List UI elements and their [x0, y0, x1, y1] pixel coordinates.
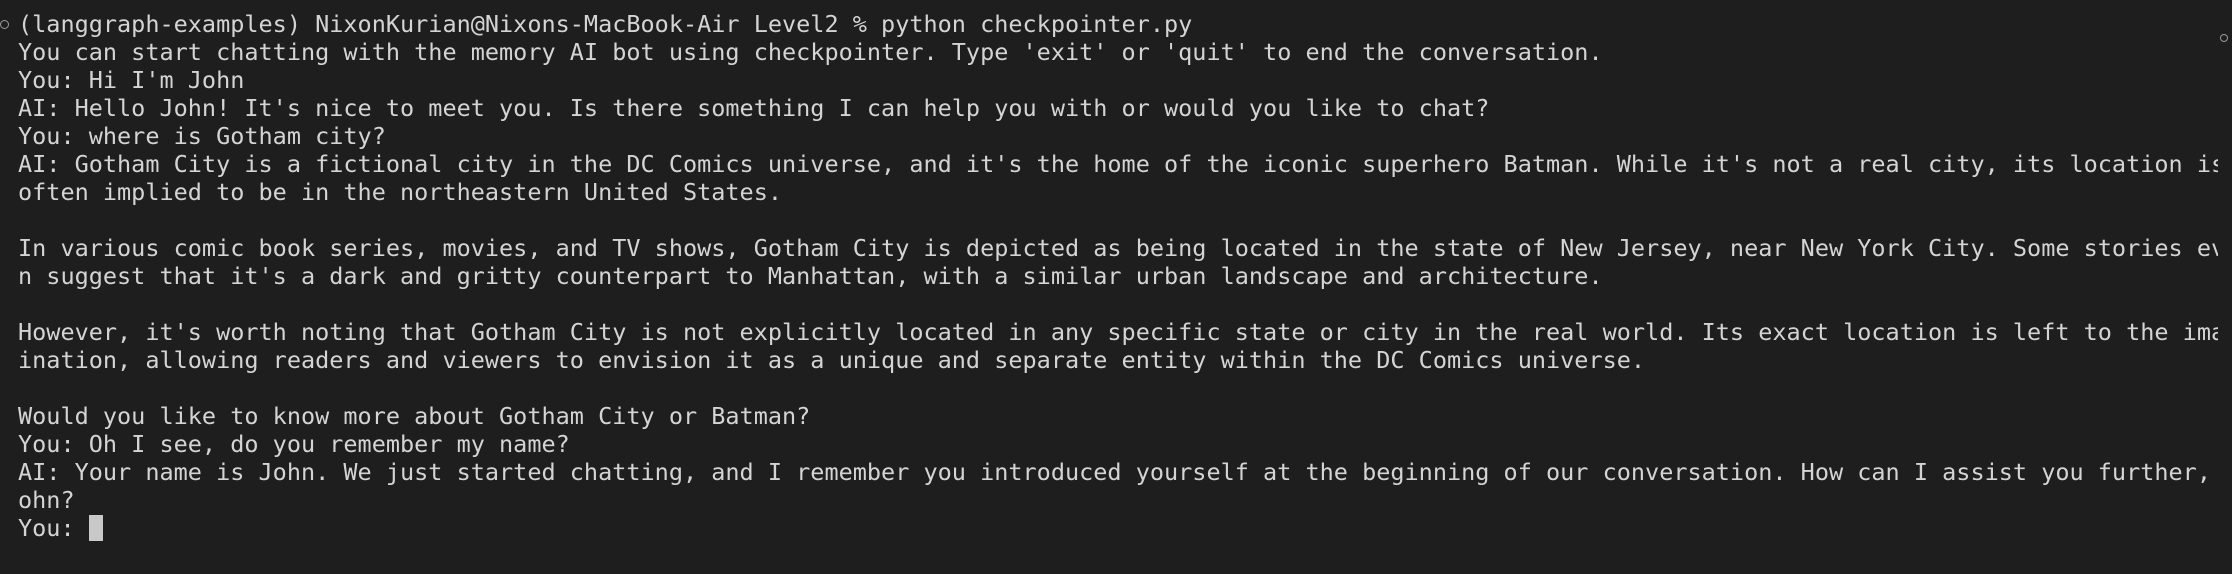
text-cursor: [88, 515, 103, 541]
command-decoration-icon: [0, 20, 9, 29]
terminal-line: ination, allowing readers and viewers to…: [18, 346, 1646, 374]
scrollbar[interactable]: [2218, 0, 2232, 574]
terminal-window[interactable]: (langgraph-examples) NixonKurian@Nixons-…: [0, 0, 2232, 574]
terminal-line-command: (langgraph-examples) NixonKurian@Nixons-…: [18, 10, 1193, 38]
input-prompt: You:: [18, 514, 89, 542]
terminal-line: AI: Your name is John. We just started c…: [18, 458, 2232, 486]
terminal-line: In various comic book series, movies, an…: [18, 234, 2232, 262]
terminal-line: You: Oh I see, do you remember my name?: [18, 430, 570, 458]
terminal-line: AI: Hello John! It's nice to meet you. I…: [18, 94, 1490, 122]
terminal-line: AI: Gotham City is a fictional city in t…: [18, 150, 2226, 178]
scroll-marker-icon: [2220, 34, 2228, 42]
terminal-line: n suggest that it's a dark and gritty co…: [18, 262, 1603, 290]
terminal-line: ohn?: [18, 486, 75, 514]
terminal-input-line[interactable]: You:: [18, 514, 2232, 542]
terminal-line: However, it's worth noting that Gotham C…: [18, 318, 2232, 346]
terminal-line: You: where is Gotham city?: [18, 122, 386, 150]
terminal-line: Would you like to know more about Gotham…: [18, 402, 811, 430]
terminal-line: You: Hi I'm John: [18, 66, 245, 94]
terminal-line: often implied to be in the northeastern …: [18, 178, 783, 206]
terminal-line: You can start chatting with the memory A…: [18, 38, 1603, 66]
